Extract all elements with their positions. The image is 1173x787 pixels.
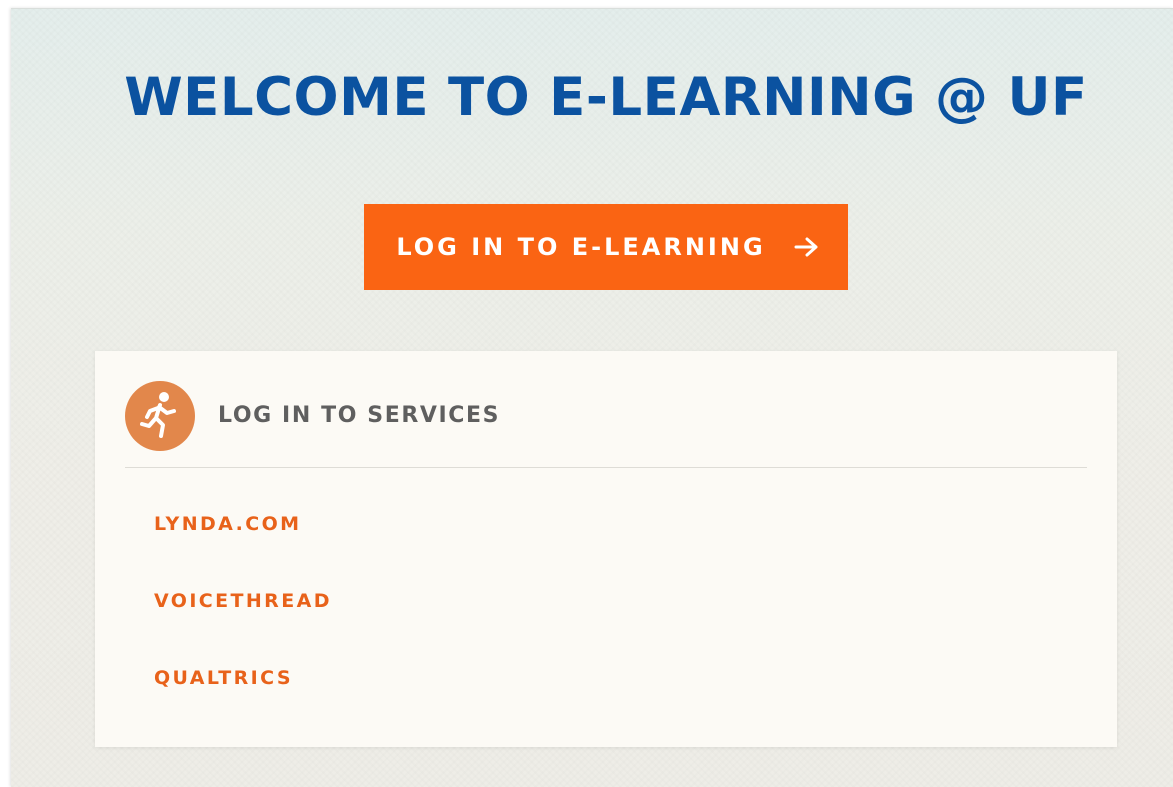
service-link-qualtrics[interactable]: QUALTRICS [154,667,293,689]
login-elearning-button[interactable]: LOG IN TO E-LEARNING [364,204,848,290]
login-elearning-label: LOG IN TO E-LEARNING [396,233,766,261]
services-card: LOG IN TO SERVICES LYNDA.COM VOICETHREAD… [95,351,1117,747]
running-person-icon [125,381,195,451]
page-frame: WELCOME TO E-LEARNING @ UF LOG IN TO E-L… [11,8,1173,787]
page-title: WELCOME TO E-LEARNING @ UF [124,67,1088,128]
services-heading: LOG IN TO SERVICES [218,403,501,428]
service-link-voicethread[interactable]: VOICETHREAD [154,590,332,612]
arrow-right-icon [794,237,818,257]
service-link-lynda[interactable]: LYNDA.COM [154,513,301,535]
services-header: LOG IN TO SERVICES [125,379,1087,468]
